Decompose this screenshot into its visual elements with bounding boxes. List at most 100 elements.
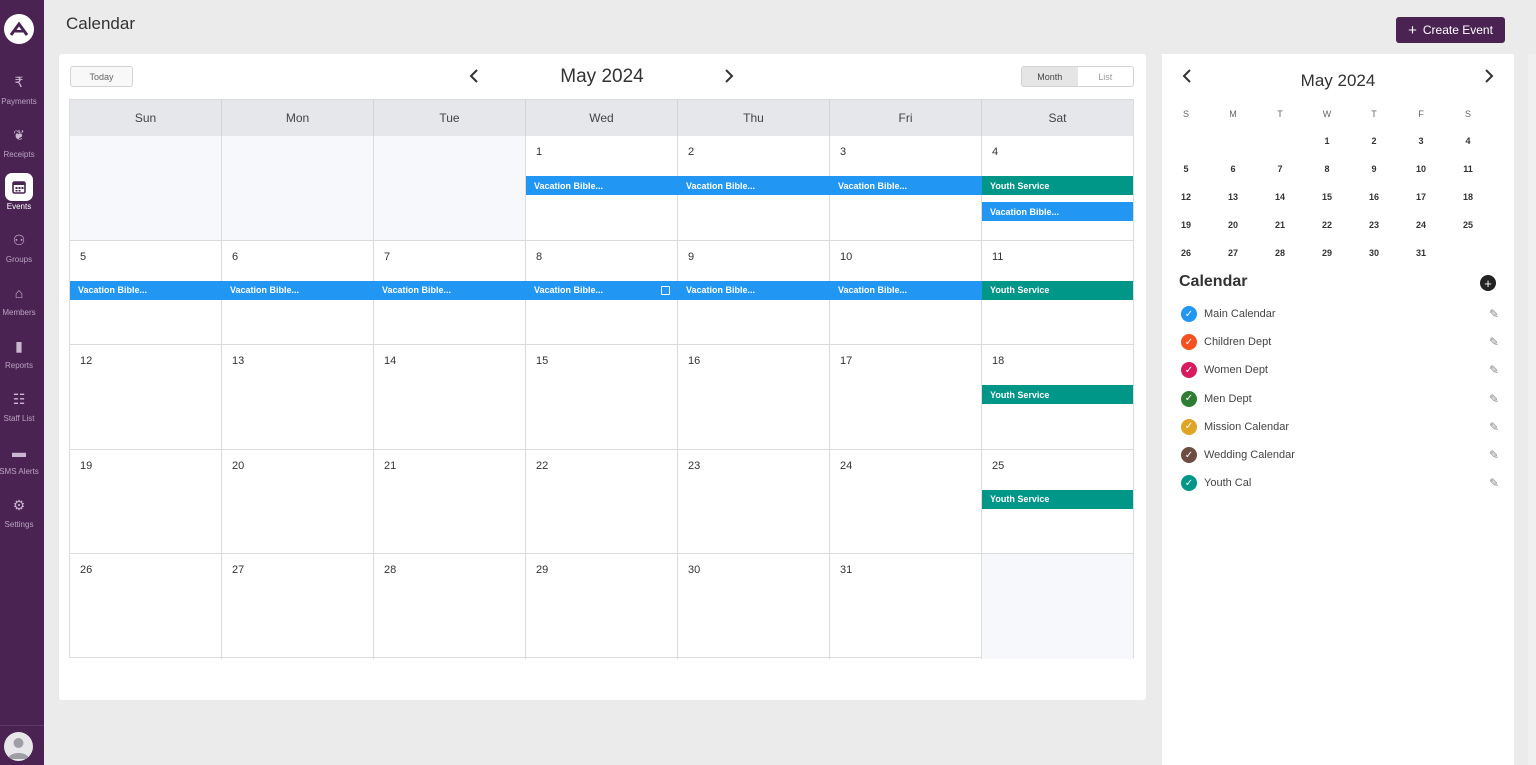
- calendar-list-item[interactable]: ✓ Wedding Calendar ✎: [1181, 445, 1501, 465]
- event-youth-service[interactable]: Youth Service: [982, 489, 1133, 509]
- mini-day[interactable]: 22: [1315, 220, 1339, 230]
- mini-day[interactable]: 18: [1456, 192, 1480, 202]
- calendar-checkbox[interactable]: ✓: [1181, 390, 1197, 407]
- calendar-checkbox[interactable]: ✓: [1181, 475, 1197, 492]
- pencil-icon[interactable]: ✎: [1489, 335, 1499, 349]
- event-vacation-bible[interactable]: Vacation Bible...: [830, 176, 982, 195]
- pencil-icon[interactable]: ✎: [1489, 307, 1499, 321]
- day-cell[interactable]: 12: [70, 345, 222, 450]
- day-cell[interactable]: 13: [222, 345, 374, 450]
- mini-day[interactable]: 6: [1221, 164, 1245, 174]
- day-cell[interactable]: 19: [70, 449, 222, 555]
- mini-day[interactable]: 7: [1268, 164, 1292, 174]
- mini-day[interactable]: 3: [1409, 136, 1433, 146]
- calendar-list-item[interactable]: ✓ Men Dept ✎: [1181, 389, 1501, 409]
- calendar-list-item[interactable]: ✓ Children Dept ✎: [1181, 332, 1501, 352]
- mini-day[interactable]: 15: [1315, 192, 1339, 202]
- sidebar-item-staff-list[interactable]: ☷ Staff List: [0, 385, 38, 435]
- event-vacation-bible[interactable]: Vacation Bible...: [526, 280, 678, 300]
- mini-day[interactable]: 12: [1174, 192, 1198, 202]
- calendar-list-item[interactable]: ✓ Women Dept ✎: [1181, 360, 1501, 380]
- day-cell[interactable]: 22: [526, 449, 678, 555]
- calendar-checkbox[interactable]: ✓: [1181, 334, 1197, 351]
- mini-day[interactable]: 20: [1221, 220, 1245, 230]
- avatar[interactable]: [4, 732, 33, 761]
- sidebar-item-events[interactable]: Events: [0, 173, 38, 223]
- mini-day[interactable]: 26: [1174, 248, 1198, 258]
- calendar-checkbox[interactable]: ✓: [1181, 418, 1197, 435]
- mini-day[interactable]: 16: [1362, 192, 1386, 202]
- mini-day[interactable]: 11: [1456, 164, 1480, 174]
- mini-day[interactable]: 21: [1268, 220, 1292, 230]
- pencil-icon[interactable]: ✎: [1489, 420, 1499, 434]
- sidebar-item-reports[interactable]: ▮ Reports: [0, 332, 38, 382]
- event-vacation-bible[interactable]: Vacation Bible...: [222, 280, 374, 300]
- mini-day[interactable]: 23: [1362, 220, 1386, 230]
- day-cell[interactable]: 21: [374, 449, 526, 555]
- mini-day[interactable]: 30: [1362, 248, 1386, 258]
- sidebar-item-settings[interactable]: ⚙ Settings: [0, 491, 38, 541]
- event-vacation-bible[interactable]: Vacation Bible...: [678, 280, 830, 300]
- mini-day[interactable]: 10: [1409, 164, 1433, 174]
- event-vacation-bible[interactable]: Vacation Bible...: [374, 280, 526, 300]
- mini-day[interactable]: 1: [1315, 136, 1339, 146]
- day-cell[interactable]: 28: [374, 554, 526, 659]
- day-cell[interactable]: 29: [526, 554, 678, 659]
- sidebar-item-groups[interactable]: ⚇ Groups: [0, 226, 38, 276]
- pencil-icon[interactable]: ✎: [1489, 476, 1499, 490]
- day-cell[interactable]: 30: [678, 554, 830, 659]
- mini-day[interactable]: 31: [1409, 248, 1433, 258]
- create-event-button[interactable]: + Create Event: [1396, 17, 1505, 43]
- mini-day[interactable]: 25: [1456, 220, 1480, 230]
- day-cell[interactable]: 15: [526, 345, 678, 450]
- app-logo[interactable]: [4, 14, 34, 44]
- event-vacation-bible[interactable]: Vacation Bible...: [678, 176, 830, 195]
- day-cell[interactable]: 14: [374, 345, 526, 450]
- pencil-icon[interactable]: ✎: [1489, 392, 1499, 406]
- view-list-button[interactable]: List: [1078, 67, 1134, 86]
- event-vacation-bible[interactable]: Vacation Bible...: [982, 202, 1133, 221]
- day-cell[interactable]: 24: [830, 449, 982, 555]
- day-cell[interactable]: 20: [222, 449, 374, 555]
- day-cell[interactable]: 27: [222, 554, 374, 659]
- event-youth-service[interactable]: Youth Service: [982, 280, 1133, 300]
- add-calendar-button[interactable]: +: [1480, 275, 1496, 291]
- prev-month-button[interactable]: [464, 64, 484, 88]
- mini-day[interactable]: 8: [1315, 164, 1339, 174]
- mini-day[interactable]: 4: [1456, 136, 1480, 146]
- day-cell[interactable]: 16: [678, 345, 830, 450]
- event-vacation-bible[interactable]: Vacation Bible...: [526, 176, 678, 195]
- mini-day[interactable]: 24: [1409, 220, 1433, 230]
- mini-next-month-button[interactable]: [1484, 68, 1494, 89]
- mini-day[interactable]: 28: [1268, 248, 1292, 258]
- day-cell[interactable]: 26: [70, 554, 222, 659]
- mini-day[interactable]: 5: [1174, 164, 1198, 174]
- day-cell[interactable]: 23: [678, 449, 830, 555]
- day-cell[interactable]: 31: [830, 554, 982, 659]
- sidebar-item-payments[interactable]: ₹ Payments: [0, 68, 38, 118]
- event-youth-service[interactable]: Youth Service: [982, 176, 1133, 195]
- sidebar-item-receipts[interactable]: ❦ Receipts: [0, 121, 38, 171]
- day-cell[interactable]: 17: [830, 345, 982, 450]
- mini-day[interactable]: 29: [1315, 248, 1339, 258]
- scrollbar[interactable]: [1528, 54, 1536, 765]
- sidebar-item-sms-alerts[interactable]: ▬ SMS Alerts: [0, 438, 39, 488]
- mini-day[interactable]: 9: [1362, 164, 1386, 174]
- today-button[interactable]: Today: [70, 66, 133, 87]
- mini-day[interactable]: 2: [1362, 136, 1386, 146]
- calendar-checkbox[interactable]: ✓: [1181, 447, 1197, 463]
- mini-day[interactable]: 17: [1409, 192, 1433, 202]
- pencil-icon[interactable]: ✎: [1489, 363, 1499, 377]
- event-youth-service[interactable]: Youth Service: [982, 385, 1133, 405]
- mini-day[interactable]: 14: [1268, 192, 1292, 202]
- mini-day[interactable]: 13: [1221, 192, 1245, 202]
- event-vacation-bible[interactable]: Vacation Bible...: [830, 280, 982, 300]
- mini-day[interactable]: 19: [1174, 220, 1198, 230]
- view-month-button[interactable]: Month: [1022, 67, 1078, 86]
- mini-prev-month-button[interactable]: [1182, 68, 1192, 89]
- sidebar-item-members[interactable]: ⌂ Members: [0, 279, 38, 329]
- calendar-list-item[interactable]: ✓ Youth Cal ✎: [1181, 473, 1501, 493]
- calendar-checkbox[interactable]: ✓: [1181, 306, 1197, 322]
- event-vacation-bible[interactable]: Vacation Bible...: [70, 280, 222, 300]
- calendar-list-item[interactable]: ✓ Main Calendar ✎: [1181, 304, 1501, 324]
